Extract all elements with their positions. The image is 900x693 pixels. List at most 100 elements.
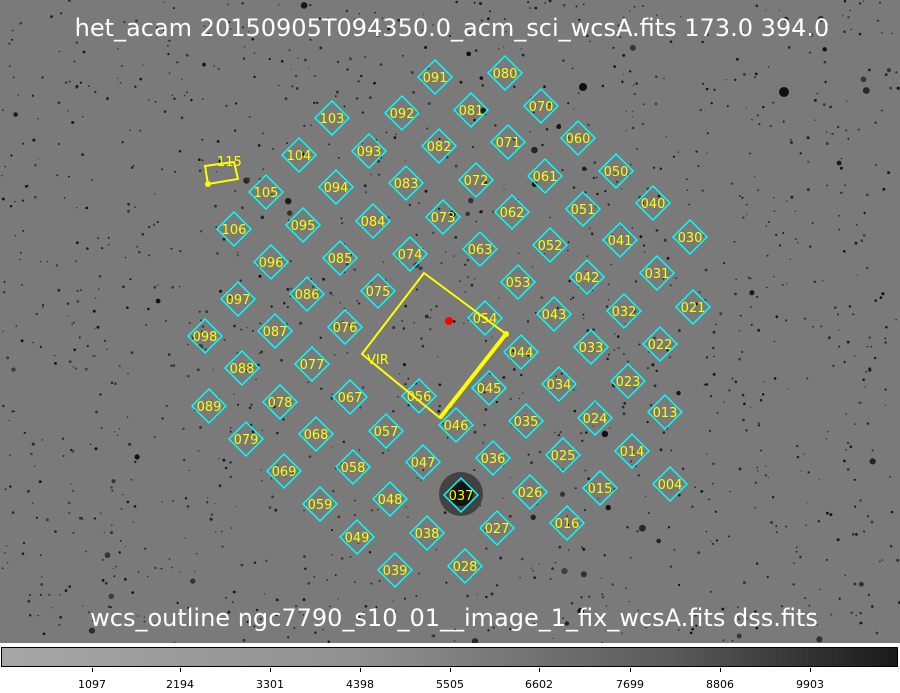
star <box>134 85 137 89</box>
star <box>111 479 116 484</box>
star <box>154 193 156 195</box>
star <box>113 575 116 578</box>
star <box>87 85 90 87</box>
star <box>799 152 802 155</box>
star <box>202 98 204 100</box>
ifu-label: 089 <box>197 400 222 415</box>
star <box>452 320 456 323</box>
star <box>643 251 646 253</box>
star <box>134 460 137 464</box>
star <box>435 305 438 308</box>
colorbar-tick-label: 6602 <box>525 678 553 691</box>
star <box>401 320 404 322</box>
star <box>136 245 139 248</box>
star <box>154 566 157 570</box>
star <box>139 129 142 132</box>
ifu-088: 088 <box>223 349 261 387</box>
star <box>659 167 662 170</box>
ifu-label: 095 <box>291 219 316 234</box>
star <box>118 365 121 368</box>
star <box>97 237 100 240</box>
star <box>762 393 765 396</box>
star <box>560 372 563 375</box>
star <box>703 383 707 386</box>
star <box>466 594 469 598</box>
ifu-label: 056 <box>407 390 432 405</box>
star <box>881 292 885 296</box>
star <box>627 360 630 363</box>
star <box>404 383 407 386</box>
star <box>453 640 456 642</box>
star <box>343 307 346 310</box>
star <box>326 579 328 581</box>
star <box>126 306 129 309</box>
star <box>762 105 765 109</box>
star <box>114 382 117 386</box>
star <box>91 178 93 181</box>
star <box>582 548 586 551</box>
star <box>217 68 220 70</box>
star <box>572 186 576 189</box>
star <box>21 284 23 286</box>
star <box>738 195 741 197</box>
star <box>889 475 891 478</box>
ifu-062: 062 <box>493 193 531 231</box>
ifu-015: 015 <box>581 469 619 507</box>
star <box>163 110 167 113</box>
star <box>198 169 202 172</box>
star <box>348 57 352 61</box>
star <box>859 499 862 502</box>
star <box>429 317 432 319</box>
star <box>847 137 850 140</box>
ifu-label: 023 <box>616 375 641 390</box>
star <box>121 141 124 144</box>
ifu-023: 023 <box>609 362 647 400</box>
star <box>787 46 791 49</box>
star <box>32 502 34 504</box>
star <box>530 567 533 569</box>
star <box>426 127 429 130</box>
star <box>824 80 827 84</box>
star <box>156 220 159 224</box>
star <box>253 561 257 564</box>
star <box>42 632 46 636</box>
star <box>896 559 899 562</box>
star <box>889 545 893 548</box>
star <box>705 530 708 533</box>
star <box>593 161 597 165</box>
star <box>466 51 472 57</box>
ifu-label: 026 <box>518 486 543 501</box>
star <box>21 552 25 556</box>
star <box>41 76 44 79</box>
star <box>772 496 775 499</box>
star <box>473 118 476 122</box>
star <box>165 320 167 322</box>
star <box>270 305 273 308</box>
star <box>825 437 828 440</box>
star <box>248 406 252 410</box>
star <box>229 430 232 433</box>
star <box>601 642 603 643</box>
star <box>168 558 171 560</box>
star <box>678 583 681 587</box>
star <box>111 489 114 492</box>
star <box>860 76 867 83</box>
star <box>617 347 620 350</box>
star <box>117 47 119 50</box>
ifu-label: 036 <box>481 452 506 467</box>
star <box>31 94 34 97</box>
star <box>573 389 575 391</box>
star <box>570 298 572 301</box>
star <box>613 65 616 68</box>
star <box>287 210 293 216</box>
ifu-label: 077 <box>300 358 325 373</box>
star <box>234 129 237 132</box>
star <box>677 151 680 153</box>
star <box>601 430 609 438</box>
star <box>223 339 226 341</box>
star <box>250 403 253 406</box>
star <box>146 575 149 578</box>
star <box>846 441 850 445</box>
sky-image[interactable]: 004 013 014 015 016 021 022 023 024 025 026 027 028 0… <box>0 0 900 643</box>
ifu-091: 091 <box>416 58 454 96</box>
